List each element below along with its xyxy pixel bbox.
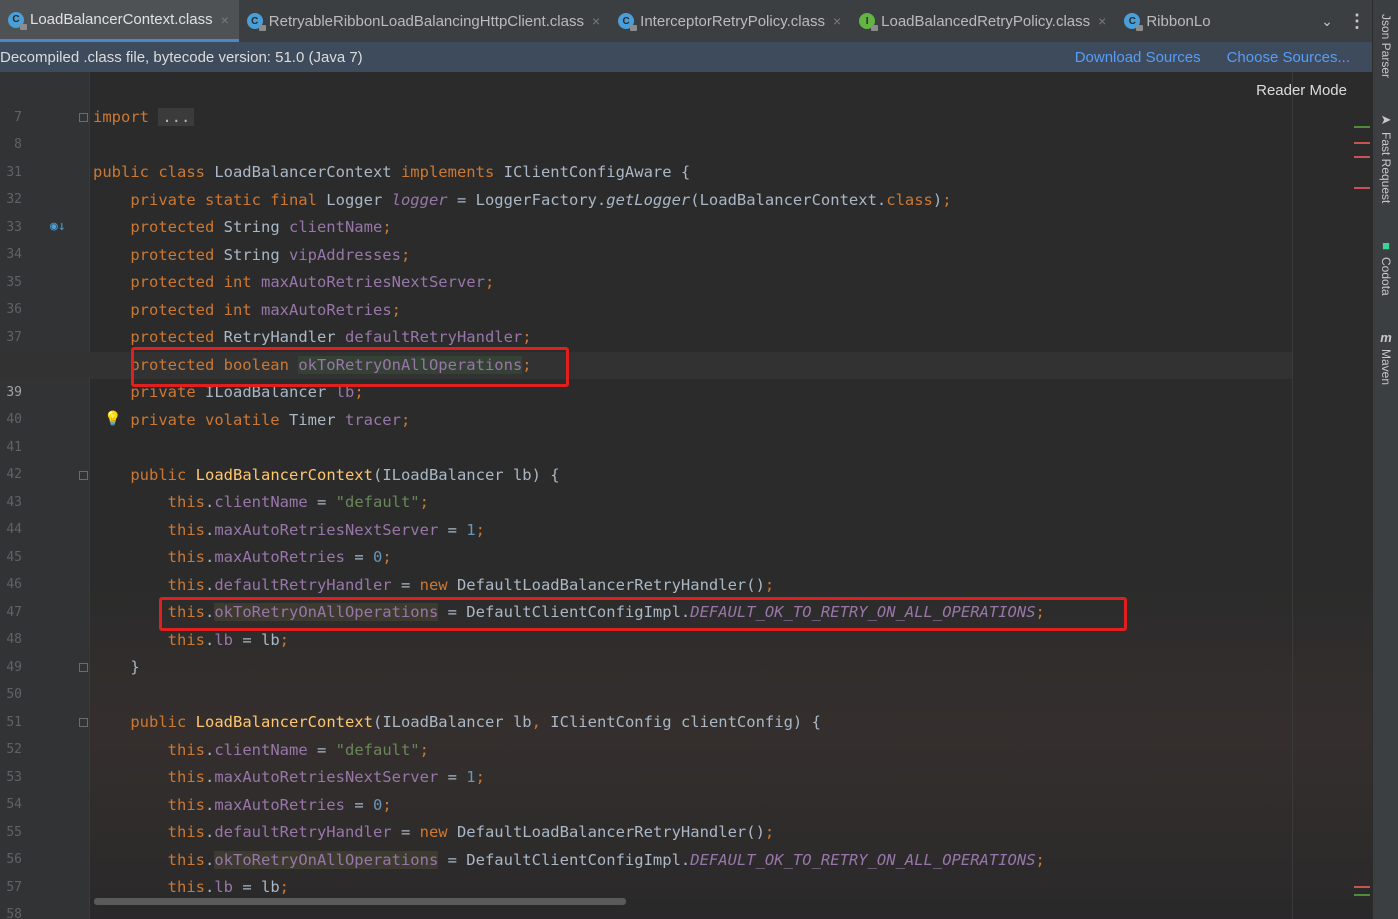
- code-line: 51: [6, 715, 22, 730]
- code-line: 36 protected int maxAutoRetriesNextServe…: [6, 273, 495, 317]
- maven-tool[interactable]: m Maven: [1373, 330, 1398, 385]
- tab-retryableribbon[interactable]: C RetryableRibbonLoadBalancingHttpClient…: [239, 0, 610, 42]
- code-line: 50 }: [6, 658, 140, 702]
- code-line: 33 private static final Logger logger = …: [6, 191, 952, 235]
- code-line: 54 this.maxAutoRetriesNextServer = 1;: [6, 768, 485, 812]
- code-line-current: 39 💡 protected boolean okToRetryOnAllOpe…: [0, 352, 1292, 427]
- error-stripe-marker[interactable]: [1354, 156, 1370, 158]
- class-icon: C: [618, 13, 638, 31]
- error-stripe-marker[interactable]: [1354, 886, 1370, 888]
- code-line: 35 protected String vipAddresses;: [6, 246, 411, 290]
- close-icon[interactable]: ×: [833, 13, 841, 29]
- right-tool-strip: Json Parser ➤ Fast Request ■ Codota m Ma…: [1372, 0, 1398, 919]
- tab-loadbalancedretrypolicy[interactable]: I LoadBalancedRetryPolicy.class ×: [851, 0, 1116, 42]
- right-margin-guide: [1292, 72, 1293, 919]
- code-line: 8 import ...: [0, 104, 1292, 152]
- class-icon: C: [1124, 13, 1144, 31]
- tab-label: InterceptorRetryPolicy.class: [640, 12, 825, 30]
- code-line: 37 protected int maxAutoRetries;: [6, 301, 401, 345]
- maven-icon: m: [1380, 330, 1392, 345]
- tab-ribbonlo[interactable]: C RibbonLo: [1116, 0, 1220, 42]
- code-line: 34 protected String clientName;: [6, 218, 392, 262]
- choose-sources-link[interactable]: Choose Sources...: [1227, 49, 1350, 66]
- code-line: 57 this.okToRetryOnAllOperations = Defau…: [6, 851, 1045, 895]
- code-line: 55 this.maxAutoRetries = 0;: [6, 796, 392, 840]
- fold-icon[interactable]: [79, 718, 88, 727]
- editor-tab-bar: C LoadBalancerContext.class × C Retryabl…: [0, 0, 1372, 43]
- codota-icon: ■: [1382, 238, 1390, 253]
- tab-label: RibbonLo: [1146, 12, 1211, 30]
- fast-request-tool[interactable]: ➤ Fast Request: [1373, 112, 1398, 203]
- code-line: 44 this.clientName = "default";: [6, 493, 429, 537]
- close-icon[interactable]: ×: [221, 12, 229, 28]
- error-stripe-marker[interactable]: [1354, 126, 1370, 128]
- tab-loadbalancercontext[interactable]: C LoadBalancerContext.class ×: [0, 0, 239, 42]
- close-icon[interactable]: ×: [592, 13, 600, 29]
- class-icon: C: [246, 13, 266, 31]
- code-line: 40 private ILoadBalancer lb;: [6, 383, 364, 427]
- json-parser-tool[interactable]: Json Parser: [1373, 14, 1398, 78]
- tab-label: LoadBalancedRetryPolicy.class: [881, 12, 1091, 30]
- code-line: 43 public LoadBalancerContext(ILoadBalan…: [6, 466, 560, 510]
- interface-icon: I: [859, 13, 879, 31]
- download-sources-link[interactable]: Download Sources: [1075, 49, 1201, 66]
- code-line: 53 this.clientName = "default";: [6, 741, 429, 785]
- horizontal-scrollbar[interactable]: [94, 898, 626, 905]
- code-line: 52 public LoadBalancerContext(ILoadBalan…: [6, 713, 821, 757]
- code-line: 31: [6, 165, 22, 180]
- code-line: 46 this.maxAutoRetries = 0;: [6, 548, 392, 592]
- code-line: 47 this.defaultRetryHandler = new Defaul…: [6, 576, 775, 620]
- tab-interceptorretrypolicy[interactable]: C InterceptorRetryPolicy.class ×: [610, 0, 851, 42]
- error-stripe-marker[interactable]: [1354, 894, 1370, 896]
- fold-icon[interactable]: [79, 113, 88, 122]
- code-line: 7: [14, 110, 22, 125]
- error-stripe-marker[interactable]: [1354, 187, 1370, 189]
- tab-label: RetryableRibbonLoadBalancingHttpClient.c…: [268, 12, 584, 30]
- code-line: 45 this.maxAutoRetriesNextServer = 1;: [6, 521, 485, 565]
- more-options-icon[interactable]: ⋮: [1342, 11, 1372, 32]
- rocket-icon: ➤: [1380, 112, 1392, 127]
- class-icon: C: [8, 11, 27, 30]
- close-icon[interactable]: ×: [1098, 13, 1106, 29]
- code-line: 41 private volatile Timer tracer;: [6, 411, 411, 455]
- code-line: 42: [6, 467, 22, 482]
- tab-label: LoadBalancerContext.class: [30, 11, 213, 28]
- code-editor[interactable]: Reader Mode 7 8 import ... 31 32 ◉↓ publ…: [0, 72, 1372, 919]
- codota-tool[interactable]: ■ Codota: [1373, 238, 1398, 296]
- error-stripe-marker[interactable]: [1354, 142, 1370, 144]
- code-line: 32 ◉↓ public class LoadBalancerContext i…: [0, 159, 1292, 234]
- fold-icon[interactable]: [79, 471, 88, 480]
- code-line: 38 protected RetryHandler defaultRetryHa…: [6, 328, 532, 372]
- code-line: 48 this.okToRetryOnAllOperations = Defau…: [6, 603, 1045, 647]
- chevron-down-icon[interactable]: ⌄: [1312, 13, 1342, 30]
- banner-text: Decompiled .class file, bytecode version…: [0, 48, 363, 66]
- code-line: 56 this.defaultRetryHandler = new Defaul…: [6, 823, 775, 867]
- code-line: 49 this.lb = lb;: [6, 631, 290, 675]
- code-line: 58 this.lb = lb;: [6, 878, 290, 919]
- fold-icon[interactable]: [79, 663, 88, 672]
- decompiled-notice-banner: Decompiled .class file, bytecode version…: [0, 42, 1372, 72]
